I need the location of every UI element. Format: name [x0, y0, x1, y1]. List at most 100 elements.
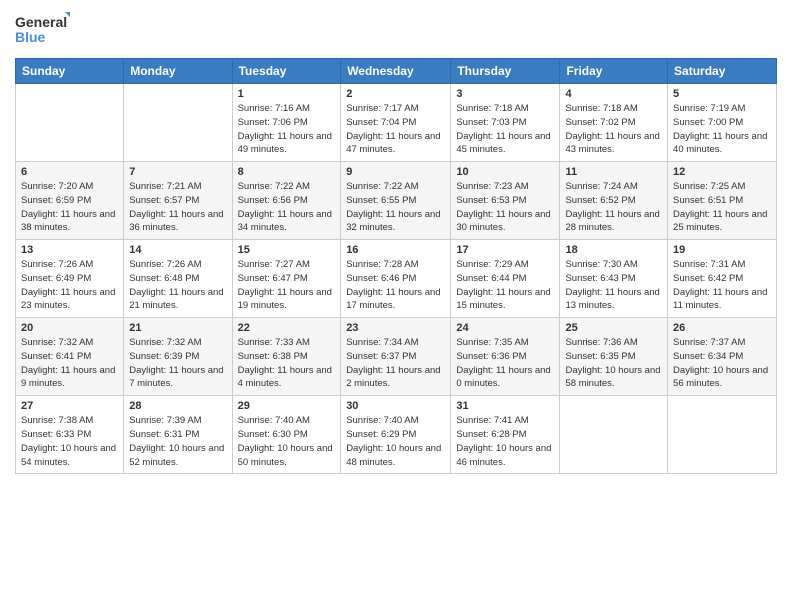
sunrise-text: Sunrise: 7:22 AM [238, 181, 310, 192]
day-number: 8 [238, 166, 336, 178]
sunset-text: Sunset: 6:55 PM [346, 195, 416, 206]
daylight-text: Daylight: 11 hours and 28 minutes. [565, 209, 659, 234]
calendar-header-saturday: Saturday [668, 59, 777, 84]
day-number: 1 [238, 88, 336, 100]
day-info: Sunrise: 7:27 AMSunset: 6:47 PMDaylight:… [238, 258, 336, 313]
calendar-cell [560, 396, 668, 474]
calendar-header-wednesday: Wednesday [341, 59, 451, 84]
sunset-text: Sunset: 6:39 PM [129, 351, 199, 362]
day-number: 7 [129, 166, 226, 178]
sunset-text: Sunset: 6:35 PM [565, 351, 635, 362]
sunrise-text: Sunrise: 7:32 AM [21, 337, 93, 348]
daylight-text: Daylight: 11 hours and 9 minutes. [21, 365, 115, 390]
day-info: Sunrise: 7:36 AMSunset: 6:35 PMDaylight:… [565, 336, 662, 391]
calendar-cell: 5Sunrise: 7:19 AMSunset: 7:00 PMDaylight… [668, 84, 777, 162]
day-number: 11 [565, 166, 662, 178]
calendar-header-thursday: Thursday [451, 59, 560, 84]
calendar-cell: 19Sunrise: 7:31 AMSunset: 6:42 PMDayligh… [668, 240, 777, 318]
sunset-text: Sunset: 7:00 PM [673, 117, 743, 128]
day-info: Sunrise: 7:40 AMSunset: 6:29 PMDaylight:… [346, 414, 445, 469]
calendar-cell: 7 Sunrise: 7:21 AM Sunset: 6:57 PM Daylight… [124, 162, 232, 240]
calendar-cell: 6 Sunrise: 7:20 AMSunset: 6:59 PMDaylight… [16, 162, 124, 240]
day-number: 15 [238, 244, 336, 256]
calendar-cell [668, 396, 777, 474]
day-number: 31 [456, 400, 554, 412]
sunset-text: Sunset: 6:33 PM [21, 429, 91, 440]
day-number: 2 [346, 88, 445, 100]
sunset-text: Sunset: 6:59 PM [21, 195, 91, 206]
sunrise-text: Sunrise: 7:39 AM [129, 415, 201, 426]
day-number: 27 [21, 400, 118, 412]
day-info: Sunrise: 7:28 AMSunset: 6:46 PMDaylight:… [346, 258, 445, 313]
day-number: 17 [456, 244, 554, 256]
calendar-cell: 1Sunrise: 7:16 AMSunset: 7:06 PMDaylight… [232, 84, 341, 162]
calendar-week-3: 13Sunrise: 7:26 AMSunset: 6:49 PMDayligh… [16, 240, 777, 318]
day-info: Sunrise: 7:37 AMSunset: 6:34 PMDaylight:… [673, 336, 771, 391]
daylight-text: Daylight: 11 hours and 47 minutes. [346, 131, 440, 156]
calendar-week-2: 6 Sunrise: 7:20 AMSunset: 6:59 PMDaylight… [16, 162, 777, 240]
daylight-text: Daylight: 10 hours and 54 minutes. [21, 443, 116, 468]
day-number: 20 [21, 322, 118, 334]
sunrise-text: Sunrise: 7:18 AM [565, 103, 637, 114]
sunrise-text: Sunrise: 7:40 AM [238, 415, 310, 426]
calendar-cell [16, 84, 124, 162]
sunrise-text: Sunrise: 7:36 AM [565, 337, 637, 348]
calendar-cell: 27Sunrise: 7:38 AMSunset: 6:33 PMDayligh… [16, 396, 124, 474]
sunrise-text: Sunrise: 7:24 AM [565, 181, 637, 192]
sunset-text: Sunset: 6:42 PM [673, 273, 743, 284]
day-info: Sunrise: 7:17 AMSunset: 7:04 PMDaylight:… [346, 102, 445, 157]
day-number: 4 [565, 88, 662, 100]
daylight-text: Daylight: 11 hours and 40 minutes. [673, 131, 767, 156]
sunrise-text: Sunrise: 7:34 AM [346, 337, 418, 348]
daylight-text: Daylight: 11 hours and 38 minutes. [21, 209, 115, 234]
calendar-cell: 25Sunrise: 7:36 AMSunset: 6:35 PMDayligh… [560, 318, 668, 396]
day-info: Sunrise: 7:32 AMSunset: 6:39 PMDaylight:… [129, 336, 226, 391]
day-number: 30 [346, 400, 445, 412]
calendar-cell: 11Sunrise: 7:24 AMSunset: 6:52 PMDayligh… [560, 162, 668, 240]
daylight-text: Daylight: 11 hours and 36 minutes. [129, 209, 223, 234]
daylight-text: Daylight: 11 hours and 49 minutes. [238, 131, 332, 156]
sunset-text: Sunset: 7:06 PM [238, 117, 308, 128]
daylight-text: Daylight: 11 hours and 17 minutes. [346, 287, 440, 312]
sunset-text: Sunset: 6:48 PM [129, 273, 199, 284]
day-number: 14 [129, 244, 226, 256]
calendar-header-sunday: Sunday [16, 59, 124, 84]
day-number: 6 [21, 166, 118, 178]
day-info: Sunrise: 7:41 AMSunset: 6:28 PMDaylight:… [456, 414, 554, 469]
sunrise-text: Sunrise: 7:29 AM [456, 259, 528, 270]
day-number: 18 [565, 244, 662, 256]
daylight-text: Daylight: 11 hours and 21 minutes. [129, 287, 223, 312]
sunrise-text: Sunrise: 7:35 AM [456, 337, 528, 348]
calendar-cell: 13Sunrise: 7:26 AMSunset: 6:49 PMDayligh… [16, 240, 124, 318]
calendar-cell: 18Sunrise: 7:30 AMSunset: 6:43 PMDayligh… [560, 240, 668, 318]
sunset-text: Sunset: 7:03 PM [456, 117, 526, 128]
calendar-cell: 12Sunrise: 7:25 AMSunset: 6:51 PMDayligh… [668, 162, 777, 240]
sunrise-text: Sunrise: 7:33 AM [238, 337, 310, 348]
calendar-cell: 22Sunrise: 7:33 AMSunset: 6:38 PMDayligh… [232, 318, 341, 396]
day-info: Sunrise: 7:26 AMSunset: 6:49 PMDaylight:… [21, 258, 118, 313]
sunrise-text: Sunrise: 7:19 AM [673, 103, 745, 114]
calendar-cell: 14Sunrise: 7:26 AMSunset: 6:48 PMDayligh… [124, 240, 232, 318]
calendar-cell: 4Sunrise: 7:18 AMSunset: 7:02 PMDaylight… [560, 84, 668, 162]
day-number: 3 [456, 88, 554, 100]
sunset-text: Sunset: 6:57 PM [129, 195, 199, 206]
sunset-text: Sunset: 6:51 PM [673, 195, 743, 206]
day-info: Sunrise: 7:20 AMSunset: 6:59 PMDaylight:… [21, 180, 118, 235]
daylight-text: Daylight: 11 hours and 0 minutes. [456, 365, 550, 390]
calendar-cell: 23Sunrise: 7:34 AMSunset: 6:37 PMDayligh… [341, 318, 451, 396]
calendar-cell: 20Sunrise: 7:32 AMSunset: 6:41 PMDayligh… [16, 318, 124, 396]
sunrise-text: Sunrise: 7:22 AM [346, 181, 418, 192]
day-number: 10 [456, 166, 554, 178]
calendar-cell: 29Sunrise: 7:40 AMSunset: 6:30 PMDayligh… [232, 396, 341, 474]
calendar-cell: 30 Sunrise: 7:40 AMSunset: 6:29 PMDayligh… [341, 396, 451, 474]
daylight-text: Daylight: 10 hours and 56 minutes. [673, 365, 768, 390]
svg-text:Blue: Blue [15, 29, 46, 45]
calendar-week-4: 20Sunrise: 7:32 AMSunset: 6:41 PMDayligh… [16, 318, 777, 396]
day-number: 22 [238, 322, 336, 334]
calendar-cell: 28Sunrise: 7:39 AMSunset: 6:31 PMDayligh… [124, 396, 232, 474]
day-info: Sunrise: 7:31 AMSunset: 6:42 PMDaylight:… [673, 258, 771, 313]
calendar-header-monday: Monday [124, 59, 232, 84]
sunrise-text: Sunrise: 7:17 AM [346, 103, 418, 114]
sunrise-text: Sunrise: 7:21 AM [129, 181, 201, 192]
day-number: 16 [346, 244, 445, 256]
